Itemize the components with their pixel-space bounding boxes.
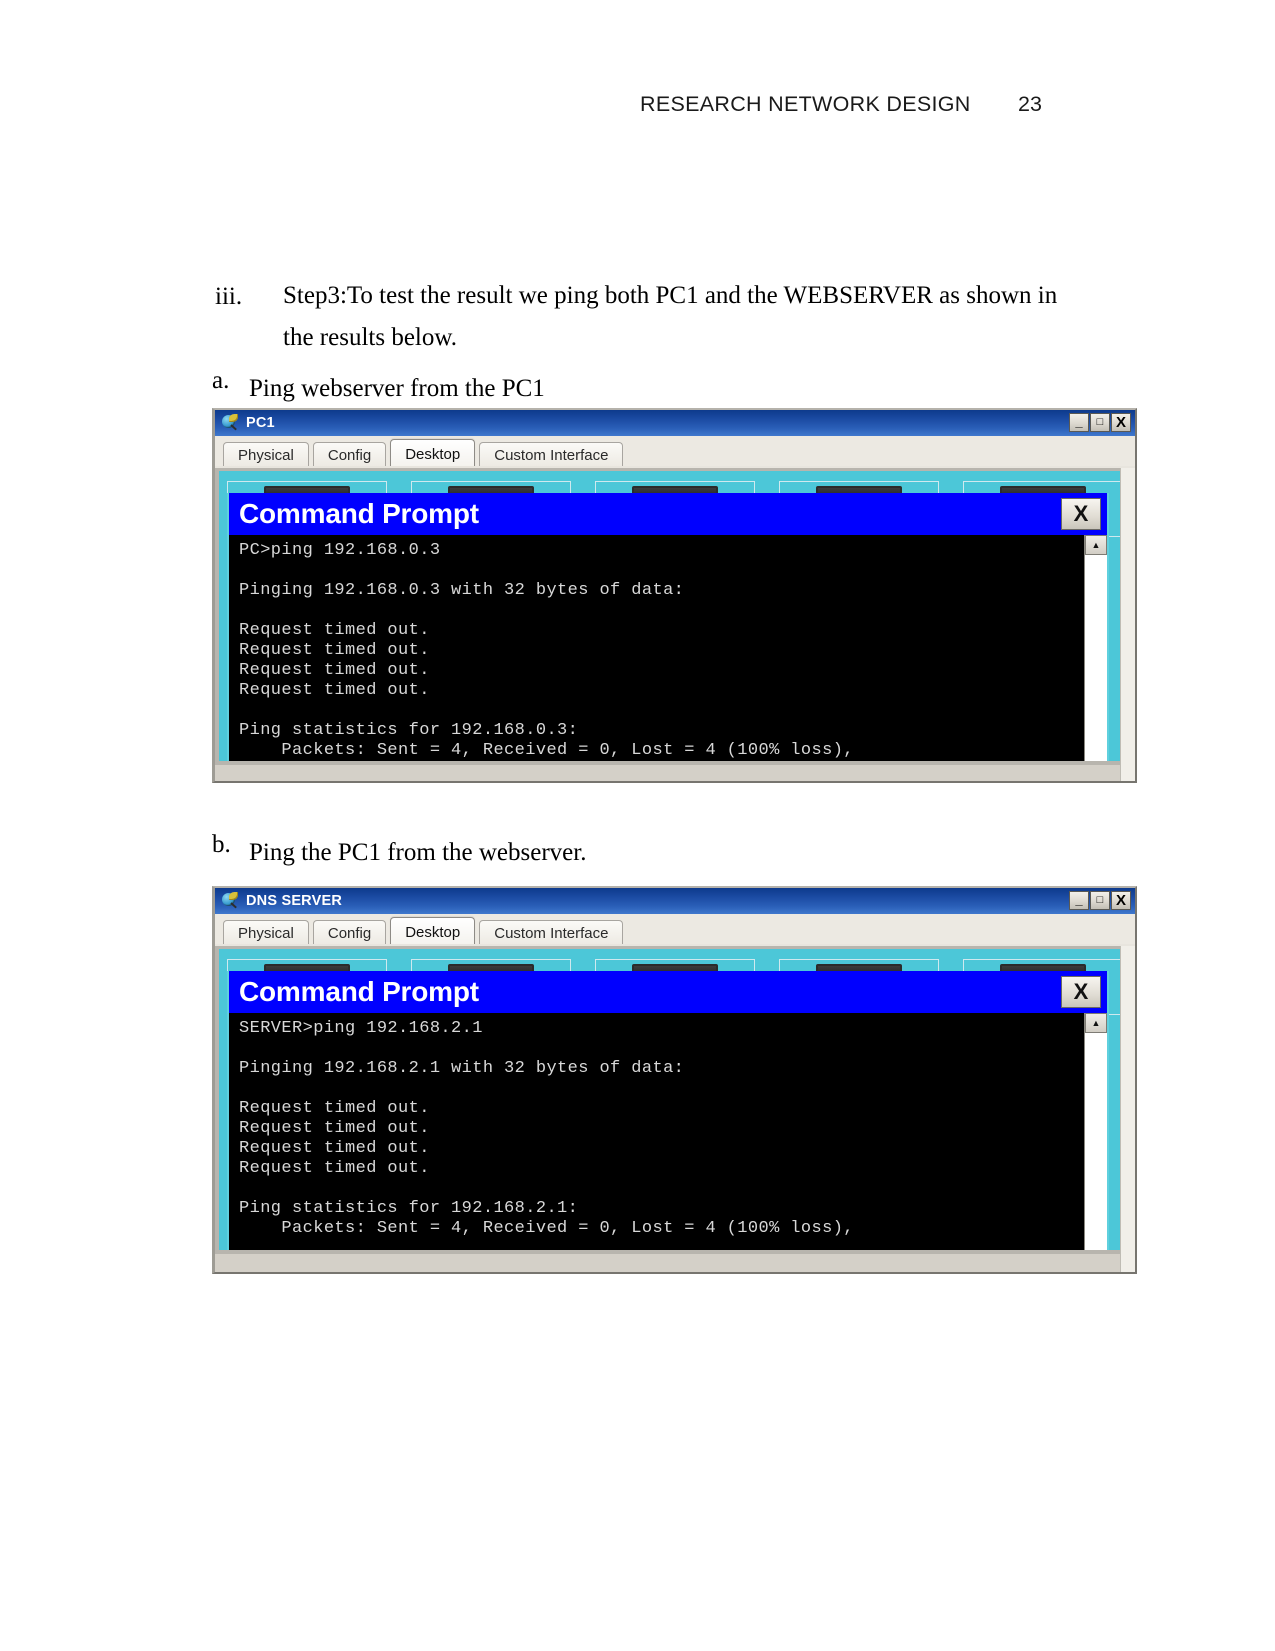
terminal-output-dns-server: SERVER>ping 192.168.2.1 Pinging 192.168.…: [239, 1019, 854, 1238]
window-scrollbar-dns-server[interactable]: [1120, 946, 1135, 1272]
close-button[interactable]: X: [1111, 413, 1131, 432]
list-marker-b: b.: [212, 831, 231, 858]
window-scrollbar-pc1[interactable]: [1120, 468, 1135, 781]
tab-desktop[interactable]: Desktop: [390, 917, 476, 946]
command-prompt-titlebar: Command Prompt X: [229, 493, 1107, 535]
terminal-scrollbar[interactable]: ▲: [1084, 535, 1107, 761]
titlebar-pc1[interactable]: PC1 _ □ X: [215, 410, 1135, 436]
tab-physical[interactable]: Physical: [223, 442, 309, 468]
tab-desktop[interactable]: Desktop: [390, 439, 476, 468]
list-text-iii: Step3:To test the result we ping both PC…: [283, 282, 1058, 351]
command-prompt-body: PC>ping 192.168.0.3 Pinging 192.168.0.3 …: [229, 535, 1107, 761]
tab-custom-interface[interactable]: Custom Interface: [479, 442, 624, 468]
window-controls-pc1[interactable]: _ □ X: [1069, 413, 1131, 432]
command-prompt-close-icon[interactable]: X: [1061, 976, 1101, 1008]
desktop-panel-pc1: Command Prompt X PC>ping 192.168.0.3 Pin…: [215, 468, 1135, 765]
device-window-dns-server[interactable]: DNS SERVER _ □ X Physical Config Desktop…: [212, 886, 1137, 1274]
packet-tracer-device-icon: [221, 414, 239, 432]
tab-config[interactable]: Config: [312, 920, 387, 946]
packet-tracer-device-icon: [221, 892, 239, 910]
minimize-button[interactable]: _: [1069, 891, 1089, 910]
list-item-b: b. Ping the PC1 from the webserver.: [0, 832, 1275, 872]
command-prompt-close-icon[interactable]: X: [1061, 498, 1101, 530]
tabstrip-dns-server[interactable]: Physical Config Desktop Custom Interface: [215, 914, 1135, 946]
device-window-pc1[interactable]: PC1 _ □ X Physical Config Desktop Custom…: [212, 408, 1137, 783]
list-marker-iii: iii.: [215, 283, 243, 310]
tab-physical[interactable]: Physical: [223, 920, 309, 946]
titlebar-dns-server[interactable]: DNS SERVER _ □ X: [215, 888, 1135, 914]
window-title-dns-server: DNS SERVER: [246, 893, 343, 909]
scrollbar-track[interactable]: [1085, 555, 1107, 761]
window-title-pc1: PC1: [246, 415, 275, 431]
page-header-title: RESEARCH NETWORK DESIGN: [640, 92, 971, 116]
command-prompt-body: SERVER>ping 192.168.2.1 Pinging 192.168.…: [229, 1013, 1107, 1250]
window-controls-dns-server[interactable]: _ □ X: [1069, 891, 1131, 910]
tab-custom-interface[interactable]: Custom Interface: [479, 920, 624, 946]
terminal-output-pc1: PC>ping 192.168.0.3 Pinging 192.168.0.3 …: [239, 541, 854, 760]
minimize-button[interactable]: _: [1069, 413, 1089, 432]
scrollbar-track[interactable]: [1085, 1033, 1107, 1250]
command-prompt-window-pc1[interactable]: Command Prompt X PC>ping 192.168.0.3 Pin…: [227, 493, 1109, 761]
tabstrip-pc1[interactable]: Physical Config Desktop Custom Interface: [215, 436, 1135, 468]
page-number: 23: [1018, 92, 1042, 116]
close-button[interactable]: X: [1111, 891, 1131, 910]
maximize-button[interactable]: □: [1090, 413, 1110, 432]
command-prompt-titlebar: Command Prompt X: [229, 971, 1107, 1013]
list-marker-a: a.: [212, 367, 230, 394]
tab-config[interactable]: Config: [312, 442, 387, 468]
desktop-panel-dns-server: Command Prompt X SERVER>ping 192.168.2.1…: [215, 946, 1135, 1254]
list-text-a: Ping webserver from the PC1: [249, 375, 545, 402]
scroll-up-icon[interactable]: ▲: [1085, 1013, 1107, 1033]
command-prompt-title: Command Prompt: [239, 976, 479, 1007]
scroll-up-icon[interactable]: ▲: [1085, 535, 1107, 555]
terminal-scrollbar[interactable]: ▲: [1084, 1013, 1107, 1250]
list-text-b: Ping the PC1 from the webserver.: [249, 839, 587, 866]
command-prompt-title: Command Prompt: [239, 498, 479, 529]
maximize-button[interactable]: □: [1090, 891, 1110, 910]
page-header: RESEARCH NETWORK DESIGN 23: [0, 92, 1275, 132]
command-prompt-window-dns-server[interactable]: Command Prompt X SERVER>ping 192.168.2.1…: [227, 971, 1109, 1250]
